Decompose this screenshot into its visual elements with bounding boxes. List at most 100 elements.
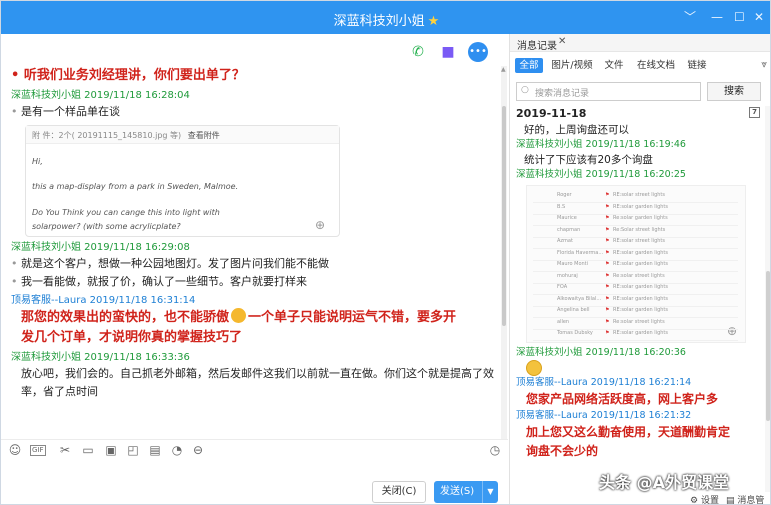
close-icon[interactable]: ✕ xyxy=(754,10,764,24)
message-sender: 深蓝科技刘小姐 2019/11/18 16:28:04 xyxy=(11,90,190,101)
thumbnail-subject: RE:solar garden lights xyxy=(613,307,668,313)
filter-files[interactable]: 文件 xyxy=(602,58,626,73)
message-list[interactable]: • 听我们业务刘经理讲，你们要出单了？ 深蓝科技刘小姐 2019/11/18 1… xyxy=(1,66,501,439)
history-icon[interactable]: ◷ xyxy=(487,443,503,457)
chat-scrollbar[interactable]: ▲ xyxy=(501,66,507,439)
more-icon[interactable]: ⊖ xyxy=(190,443,206,457)
message-sender: 顶易客服--Laura 2019/11/18 16:31:14 xyxy=(11,295,196,306)
flag-icon: ⚑ xyxy=(605,215,610,221)
thumbnail-row: mohuraj ⚑ Re:solar street lights xyxy=(533,273,738,284)
email-preview[interactable]: 附 件：2个( 20191115_145810.jpg 等) 查看附件 Hi, … xyxy=(25,125,340,237)
thumbnail-row: FOA ⚑ RE:solar garden lights xyxy=(533,284,738,295)
scrollbar-thumb[interactable] xyxy=(502,106,506,326)
thumbnail-row: Tomas Dubsky ⚑ RE:solar garden lights xyxy=(533,330,738,341)
flag-icon: ⚑ xyxy=(605,330,610,336)
annotation: 询盘不会少的 xyxy=(526,444,599,458)
minimize-icon[interactable]: — xyxy=(711,10,723,24)
history-list[interactable]: 2019-11-18 7 好的，上周询盘还可以 深蓝科技刘小姐 2019/11/… xyxy=(516,106,762,492)
thumbnail-row: Florida Haverma... ⚑ RE:solar garden light… xyxy=(533,250,738,261)
star-icon[interactable]: ★ xyxy=(428,14,440,29)
history-scrollbar[interactable] xyxy=(765,106,770,492)
message-sender: 深蓝科技刘小姐 2019/11/18 16:29:08 xyxy=(11,242,190,253)
email-line: Hi, xyxy=(32,157,43,166)
folder-icon[interactable]: ▭ xyxy=(80,443,96,457)
flag-icon: ⚑ xyxy=(605,249,610,256)
message-text: 放心吧，我们会的。自己抓老外邮箱，然后发邮件这我们以前就一直在做。你们这个就是提… xyxy=(21,367,494,380)
filter-links[interactable]: 链接 xyxy=(685,58,709,73)
scrollbar-thumb[interactable] xyxy=(766,271,770,421)
annotation: 那您的效果出的蛮快的，也不能骄傲 一个单子只能说明运气不错，要多开 xyxy=(21,308,457,325)
thumbnail-name: Azmat xyxy=(557,238,573,244)
thumbnail-subject: RE:solar garden lights xyxy=(613,284,668,290)
message-sender: 深蓝科技刘小姐 2019/11/18 16:33:36 xyxy=(11,352,190,363)
search-button[interactable]: 搜索 xyxy=(707,82,761,101)
message-manage-link[interactable]: ▤ 消息管理 xyxy=(726,493,770,504)
video-icon[interactable]: ■ xyxy=(438,42,458,62)
flag-icon: ⚑ xyxy=(605,192,610,198)
annotation: 发几个订单，才说明你真的掌握技巧了 xyxy=(21,330,243,345)
image-icon[interactable]: ▣ xyxy=(103,443,119,457)
close-icon[interactable]: ✕ xyxy=(558,36,566,47)
screenshot-icon[interactable]: ◰ xyxy=(125,443,141,457)
flag-icon: ⚑ xyxy=(605,284,610,290)
thumbnail-subject: RE:solar garden lights xyxy=(613,295,668,302)
calendar-icon[interactable]: 7 xyxy=(749,107,760,118)
close-button[interactable]: 关闭(C) xyxy=(372,481,426,503)
chevron-down-icon[interactable]: ▼ xyxy=(482,481,498,503)
flag-icon: ⚑ xyxy=(605,307,610,313)
thumbnail-subject: RE:solar garden lights xyxy=(613,203,668,210)
thumbnail-row: Angelina bell ⚑ RE:solar garden lights xyxy=(533,307,738,318)
flag-icon: ⚑ xyxy=(605,261,610,267)
thumbnail-name: Alkowaitya Bilal... xyxy=(557,295,602,302)
maximize-icon[interactable]: ☐ xyxy=(734,10,745,24)
flag-icon: ⚑ xyxy=(605,318,610,325)
search-icon: ○ xyxy=(521,85,529,95)
screenshot-thumbnail[interactable]: ⊕ Roger ⚑ RE:solar street lights B.S ⚑ RE:sol… xyxy=(526,185,746,343)
more-icon[interactable]: ••• xyxy=(468,42,488,62)
filter-all[interactable]: 全部 xyxy=(515,58,543,73)
thumbnail-name: B.S xyxy=(557,203,566,210)
history-text: 统计了下应该有20多个询盘 xyxy=(524,154,653,166)
audio-icon[interactable]: ◔ xyxy=(169,443,185,457)
attachment-file: 20191115_145810.jpg 等) xyxy=(77,131,182,140)
email-line: Do You Think you can cange this into lig… xyxy=(32,208,220,217)
scroll-up-icon[interactable]: ▲ xyxy=(501,66,506,73)
thumbnail-subject: Re:solar street lights xyxy=(613,272,665,279)
settings-link[interactable]: ⚙ 设置 xyxy=(690,493,719,504)
send-button[interactable]: 发送(S) ▼ xyxy=(434,481,498,503)
thumbnail-row: Maurice ⚑ Re:solar garden lights xyxy=(533,215,738,226)
thumbnail-subject: RE:solar garden lights xyxy=(613,249,668,256)
history-search-input[interactable]: 搜索消息记录 xyxy=(516,82,701,101)
filter-icon[interactable]: ⩔ xyxy=(761,59,767,70)
thumbnail-row: chapman ⚑ Re:Solar street lights xyxy=(533,227,738,238)
emoji-icon[interactable]: ☺ xyxy=(7,443,23,457)
thumbnail-subject: RE:solar street lights xyxy=(613,238,665,244)
filter-media[interactable]: 图片/视频 xyxy=(550,58,594,73)
annotation: 加上您又这么勤奋使用，天道酬勤肯定 xyxy=(526,425,731,439)
gif-icon[interactable]: GIF xyxy=(30,445,46,456)
phone-icon[interactable]: ✆ xyxy=(408,42,428,62)
thumbnail-subject: RE:solar street lights xyxy=(613,192,665,198)
filter-docs[interactable]: 在线文档 xyxy=(634,58,678,73)
scissors-icon[interactable]: ✂ xyxy=(57,443,73,457)
document-icon[interactable]: ▤ xyxy=(147,443,163,457)
chevron-down-icon[interactable]: ﹀ xyxy=(684,10,696,24)
send-label: 发送(S) xyxy=(440,486,475,497)
message-input[interactable] xyxy=(1,461,508,504)
history-tab[interactable]: 消息记录 xyxy=(517,37,557,52)
thumbnail-name: Florida Haverma... xyxy=(557,249,604,256)
input-toolbar: ☺ GIF ✂ ▭ ▣ ◰ ▤ ◔ ⊖ ◷ xyxy=(1,439,508,461)
thumbnail-name: Mauro Monti xyxy=(557,261,589,267)
history-panel: 消息记录 ✕ 全部 图片/视频 文件 在线文档 链接 ⩔ 搜索消息记录 ○ 搜索… xyxy=(509,34,770,504)
thumbnail-name: Maurice xyxy=(557,215,577,221)
thumbnail-name: chapman xyxy=(557,226,581,233)
history-text: 好的，上周询盘还可以 xyxy=(524,124,629,136)
thumbnail-row: Alkowaitya Bilal... ⚑ RE:solar garden ligh… xyxy=(533,296,738,307)
smile-emoji-icon xyxy=(526,360,542,376)
thumbnail-subject: RE:solar garden lights xyxy=(613,261,668,267)
history-footer: ⚙ 设置 ▤ 消息管理 xyxy=(510,492,770,504)
message-text: 就是这个客户，想做一种公园地图灯。发了图片问我们能不能做 xyxy=(11,255,501,273)
zoom-icon[interactable]: ⊕ xyxy=(315,218,325,232)
view-attachment-link[interactable]: 查看附件 xyxy=(188,131,220,140)
flag-icon: ⚑ xyxy=(605,238,610,244)
